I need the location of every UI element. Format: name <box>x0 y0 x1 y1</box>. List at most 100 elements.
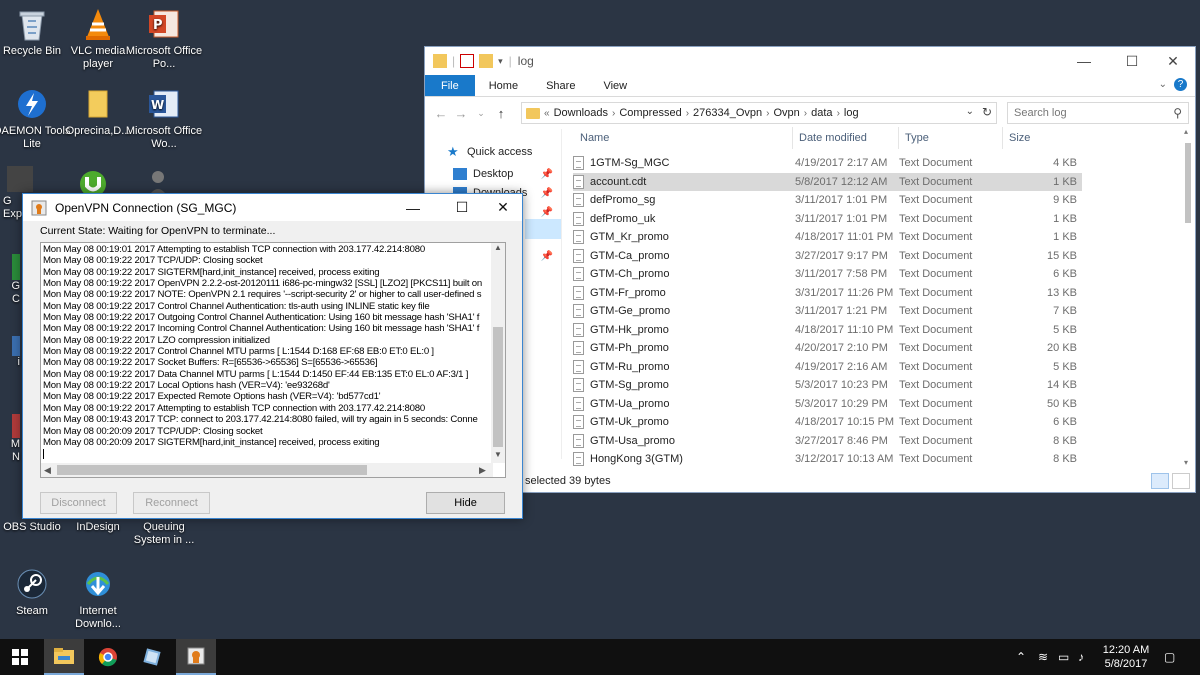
nav-item-quick-access[interactable]: ★ Quick access <box>425 141 561 163</box>
reconnect-button[interactable]: Reconnect <box>133 492 210 514</box>
file-row[interactable]: GTM-Hk_promo 4/18/2017 11:10 PM Text Docum… <box>573 321 1188 340</box>
taskbar-file-explorer[interactable] <box>44 639 84 675</box>
maximize-button[interactable]: ☐ <box>440 194 484 221</box>
tab-home[interactable]: Home <box>475 75 532 96</box>
desktop-icon-powerpoint[interactable]: P Microsoft Office Po... <box>125 6 203 71</box>
large-icons-view-icon[interactable] <box>1172 473 1190 489</box>
file-row[interactable]: HongKong 3(GTM) 3/12/2017 10:13 AM Text Do… <box>573 450 1188 467</box>
start-button[interactable] <box>0 639 40 675</box>
tab-share[interactable]: Share <box>532 75 589 96</box>
wifi-icon[interactable]: ≋ <box>1038 650 1048 664</box>
pin-icon[interactable]: 📌 <box>541 169 553 180</box>
desktop-icon-idm[interactable]: Internet Downlo... <box>59 566 137 631</box>
log-textarea[interactable]: Mon May 08 00:19:01 2017 Attempting to e… <box>40 242 506 478</box>
taskbar-app[interactable] <box>132 639 172 675</box>
explorer-titlebar[interactable]: | ▾ | log — ☐ ✕ <box>425 47 1195 75</box>
chevron-down-icon[interactable]: ⌄ <box>1159 79 1167 90</box>
refresh-icon[interactable]: ↻ <box>982 105 992 119</box>
log-vertical-scrollbar[interactable]: ▲ ▼ <box>491 243 505 463</box>
vertical-scrollbar[interactable]: ▴ ▾ <box>1183 127 1193 467</box>
desktop-icon-partial[interactable]: M N <box>0 414 20 464</box>
file-row[interactable]: GTM_Kr_promo 4/18/2017 11:01 PM Text Docum… <box>573 228 1188 247</box>
breadcrumb-downloads[interactable]: Downloads <box>554 107 608 119</box>
file-row[interactable]: GTM-Ge_promo 3/11/2017 1:21 PM Text Docume… <box>573 302 1188 321</box>
column-header-name[interactable]: Name ^ <box>563 127 793 149</box>
file-row[interactable]: GTM-Ca_promo 3/27/2017 9:17 PM Text Docume… <box>573 247 1188 266</box>
address-bar[interactable]: « Downloads › Compressed › 276334_Ovpn › Ov… <box>521 102 997 124</box>
scrollbar-thumb[interactable] <box>1185 143 1191 223</box>
chevron-right-icon[interactable]: › <box>612 108 615 119</box>
volume-status[interactable]: ♪ <box>1078 639 1084 675</box>
file-row[interactable]: GTM-Sg_promo 5/3/2017 10:23 PM Text Docume… <box>573 376 1188 395</box>
scroll-up-icon[interactable]: ▴ <box>1184 127 1188 136</box>
pin-icon[interactable]: 📌 <box>541 188 553 199</box>
pin-icon[interactable]: 📌 <box>541 251 553 262</box>
scroll-down-icon[interactable]: ▼ <box>494 450 502 459</box>
vpn-titlebar[interactable]: OpenVPN Connection (SG_MGC) — ☐ ✕ <box>23 194 522 221</box>
desktop-icon-queuing[interactable]: Queuing System in ... <box>125 521 203 547</box>
new-folder-icon[interactable] <box>479 54 494 68</box>
column-header-size[interactable]: Size <box>1003 127 1083 149</box>
breadcrumb-compressed[interactable]: Compressed <box>619 107 681 119</box>
chevron-down-icon[interactable]: ▾ <box>498 56 503 67</box>
network-status[interactable]: ≋ <box>1038 639 1048 675</box>
action-center[interactable]: ▢ <box>1164 639 1175 675</box>
column-header-type[interactable]: Type <box>899 127 1003 149</box>
file-row[interactable]: account.cdt 5/8/2017 12:12 AM Text Documen… <box>573 172 1082 191</box>
file-row[interactable]: GTM-Fr_promo 3/31/2017 11:26 PM Text Docum… <box>573 284 1188 303</box>
maximize-button[interactable]: ☐ <box>1109 47 1155 75</box>
file-row[interactable]: 1GTM-Sg_MGC 4/19/2017 2:17 AM Text Documen… <box>573 154 1188 173</box>
file-row[interactable]: GTM-Ua_promo 5/3/2017 10:29 PM Text Docume… <box>573 395 1188 414</box>
scrollbar-thumb[interactable] <box>57 465 367 475</box>
chevron-right-icon[interactable]: › <box>766 108 769 119</box>
hide-button[interactable]: Hide <box>426 492 505 514</box>
log-horizontal-scrollbar[interactable]: ◀ ▶ <box>41 463 493 477</box>
scroll-down-icon[interactable]: ▾ <box>1184 458 1188 467</box>
scroll-right-icon[interactable]: ▶ <box>479 465 486 476</box>
file-row[interactable]: GTM-Ru_promo 4/19/2017 2:16 AM Text Docume… <box>573 358 1188 377</box>
back-arrow-icon[interactable]: ← <box>431 106 451 121</box>
chevron-up-icon[interactable]: ⌃ <box>1016 650 1026 664</box>
scroll-up-icon[interactable]: ▲ <box>494 243 502 252</box>
column-header-date[interactable]: Date modified <box>793 127 899 149</box>
close-button[interactable]: ✕ <box>481 194 525 221</box>
minimize-button[interactable]: — <box>1061 47 1107 75</box>
openvpn-window[interactable]: OpenVPN Connection (SG_MGC) — ☐ ✕ Curren… <box>22 193 523 519</box>
file-row[interactable]: GTM-Ch_promo 3/11/2017 7:58 PM Text Docume… <box>573 265 1188 284</box>
minimize-button[interactable]: — <box>391 194 435 221</box>
chevron-right-icon[interactable]: › <box>804 108 807 119</box>
close-button[interactable]: ✕ <box>1150 47 1196 75</box>
speaker-icon[interactable]: ♪ <box>1078 650 1084 664</box>
chevron-down-icon[interactable]: ⌄ <box>966 106 974 117</box>
disconnect-button[interactable]: Disconnect <box>40 492 117 514</box>
pin-icon[interactable]: 📌 <box>541 207 553 218</box>
power-status[interactable]: ▭ <box>1058 639 1069 675</box>
battery-icon[interactable]: ▭ <box>1058 650 1069 664</box>
properties-icon[interactable] <box>460 54 475 68</box>
breadcrumb-log[interactable]: log <box>844 107 859 119</box>
search-input[interactable]: Search log ⚲ <box>1007 102 1189 124</box>
taskbar-openvpn[interactable] <box>176 639 216 675</box>
details-view-icon[interactable] <box>1151 473 1169 489</box>
scroll-left-icon[interactable]: ◀ <box>44 465 51 476</box>
file-explorer-window[interactable]: | ▾ | log — ☐ ✕ File Home Share View ⌄ ?… <box>424 46 1196 493</box>
file-row[interactable]: GTM-Ph_promo 4/20/2017 2:10 PM Text Docume… <box>573 339 1188 358</box>
tab-view[interactable]: View <box>589 75 641 96</box>
chevron-right-icon[interactable]: › <box>837 108 840 119</box>
nav-item-desktop[interactable]: Desktop 📌 <box>425 163 561 185</box>
file-row[interactable]: GTM-Uk_promo 4/18/2017 10:15 PM Text Docum… <box>573 413 1188 432</box>
file-row[interactable]: GTM-Usa_promo 3/27/2017 8:46 PM Text Docum… <box>573 432 1188 451</box>
notification-icon[interactable]: ▢ <box>1164 650 1175 664</box>
file-row[interactable]: defPromo_sg 3/11/2017 1:01 PM Text Documen… <box>573 191 1188 210</box>
forward-arrow-icon[interactable]: → <box>451 106 471 121</box>
up-arrow-icon[interactable]: ↑ <box>491 106 511 121</box>
breadcrumb-276334-ovpn[interactable]: 276334_Ovpn <box>693 107 762 119</box>
scrollbar-thumb[interactable] <box>493 327 503 447</box>
tab-file[interactable]: File <box>425 75 475 96</box>
desktop-icon-word[interactable]: W Microsoft Office Wo... <box>125 86 203 151</box>
show-hidden-icons[interactable]: ⌃ <box>1016 639 1026 675</box>
desktop-icon-partial[interactable]: G C <box>0 254 20 306</box>
desktop-icon-partial[interactable]: i <box>0 336 20 369</box>
file-row[interactable]: defPromo_uk 3/11/2017 1:01 PM Text Documen… <box>573 210 1188 229</box>
help-icon[interactable]: ? <box>1174 78 1187 91</box>
